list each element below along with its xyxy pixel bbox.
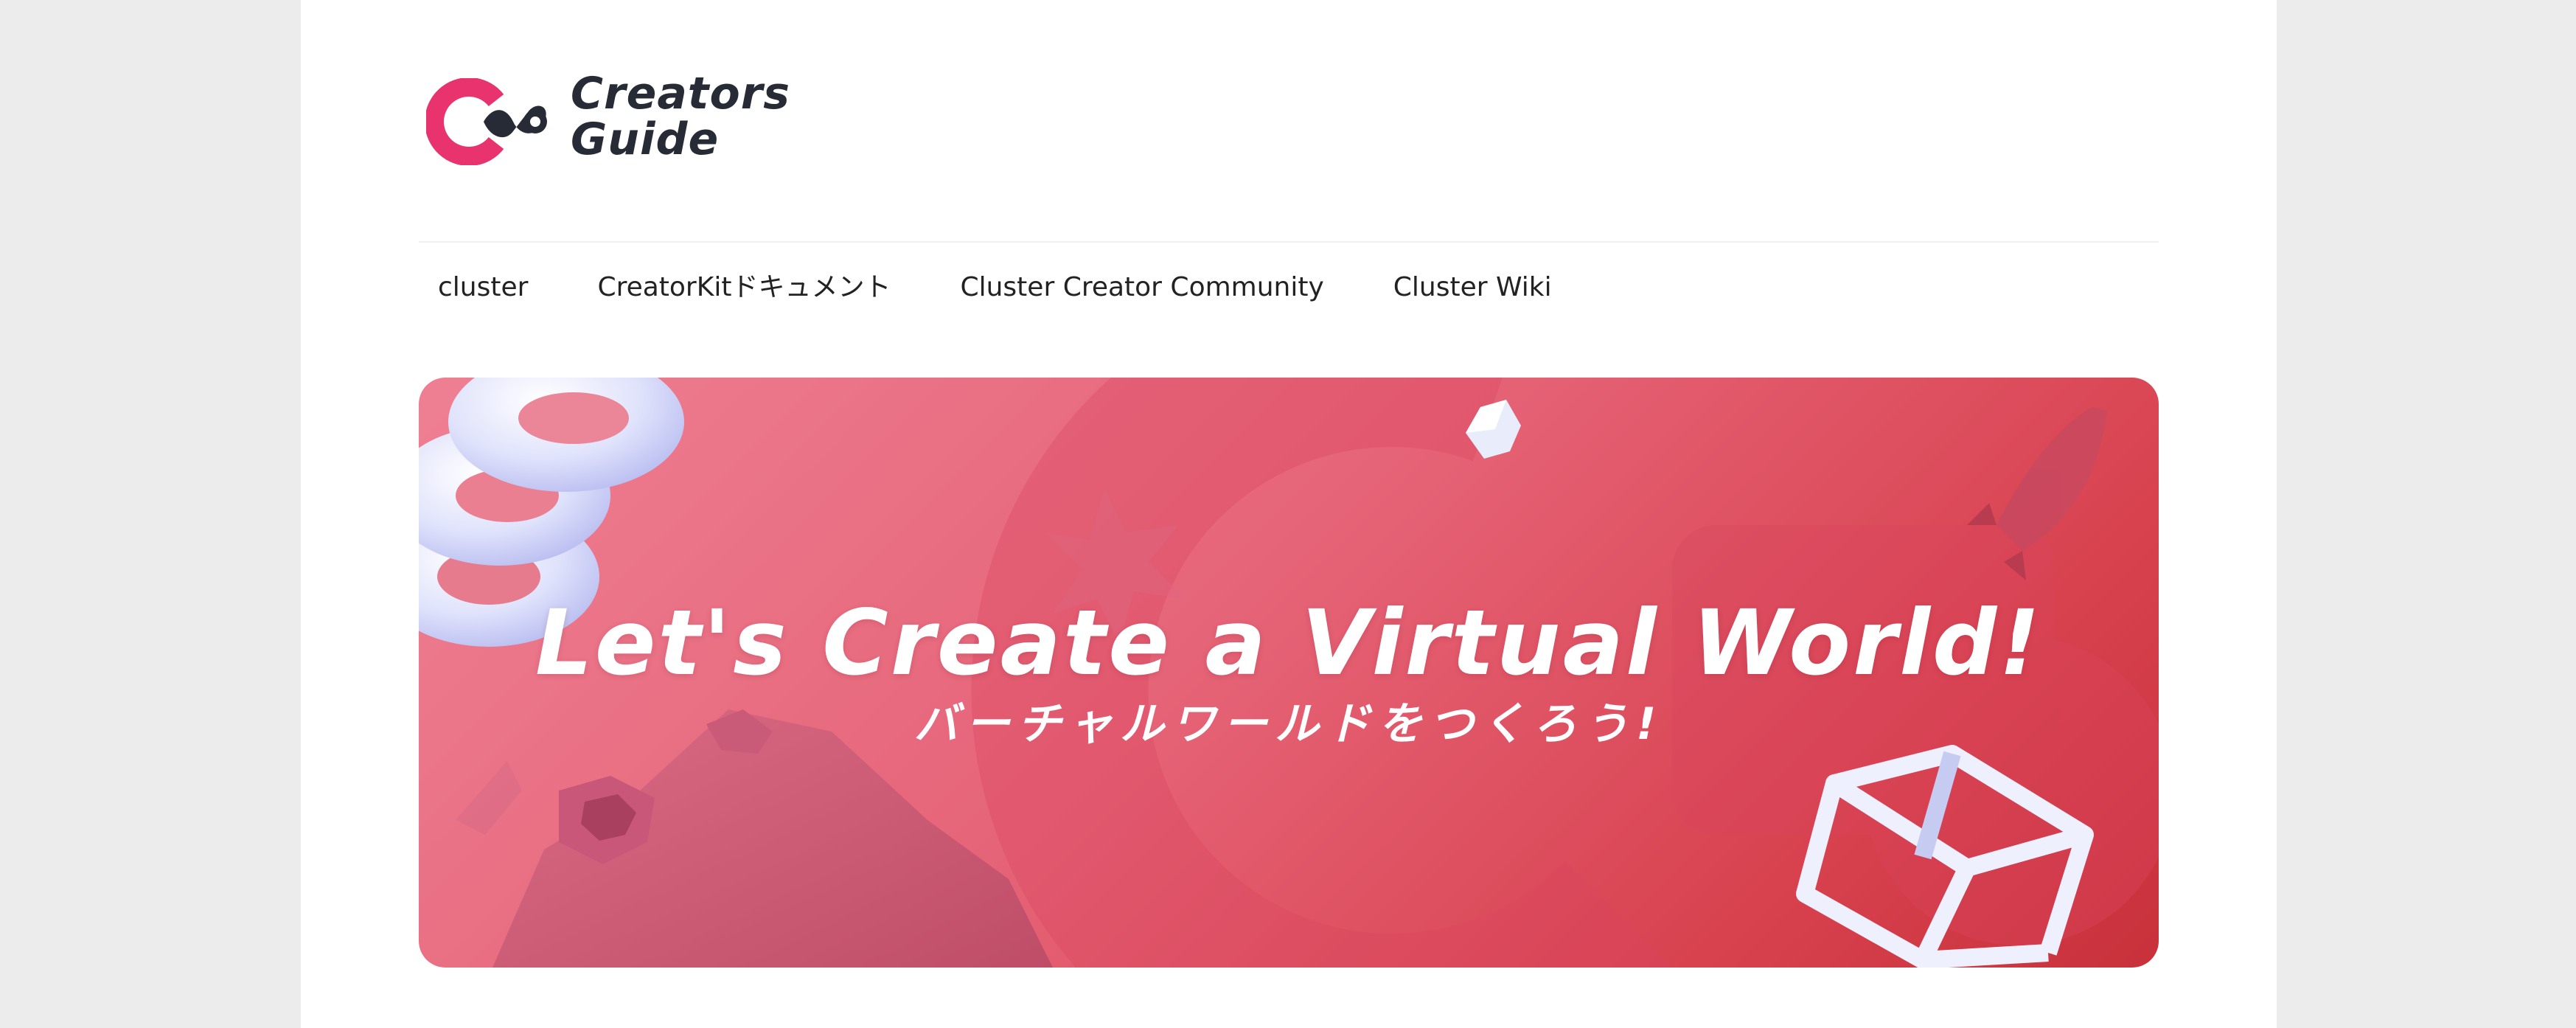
nav-link-creatorkit-docs[interactable]: CreatorKitドキュメント: [597, 265, 891, 310]
cluster-logo-icon: [426, 78, 547, 165]
nav-link-creator-community[interactable]: Cluster Creator Community: [960, 265, 1323, 310]
site-logo[interactable]: Creators Guide: [426, 71, 790, 167]
hero-banner[interactable]: Let's Create a Virtual World! バーチャルワールドを…: [419, 378, 2159, 968]
hero-title: Let's Create a Virtual World!: [535, 591, 2043, 695]
page-container: Creators Guide cluster CreatorKitドキュメント …: [301, 0, 2277, 1028]
nav-link-cluster[interactable]: cluster: [438, 265, 528, 310]
hero-subtitle: バーチャルワールドをつくろう!: [913, 698, 1664, 750]
nav-link-cluster-wiki[interactable]: Cluster Wiki: [1393, 265, 1552, 310]
logo-wordmark: Creators Guide: [571, 71, 790, 162]
logo-line-1: Creators: [571, 68, 791, 119]
header-divider: [419, 241, 2159, 243]
logo-line-2: Guide: [571, 114, 720, 165]
main-navigation: cluster CreatorKitドキュメント Cluster Creator…: [438, 265, 1621, 310]
